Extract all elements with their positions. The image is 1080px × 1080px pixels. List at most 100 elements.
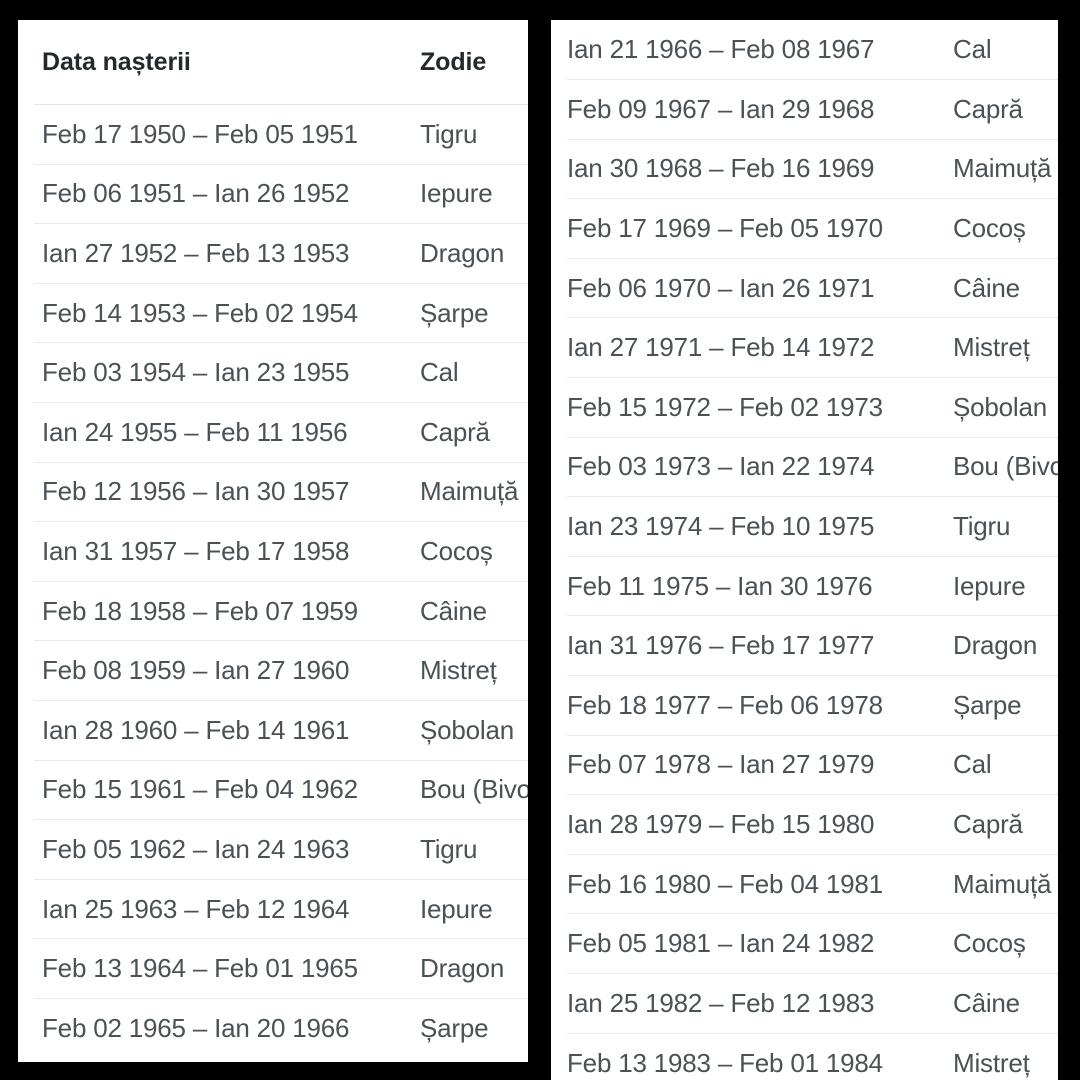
cell-birth-date-range: Feb 07 1978 – Ian 27 1979 bbox=[567, 734, 953, 795]
table-row: Feb 17 1969 – Feb 05 1970 Cocoș bbox=[567, 198, 1058, 259]
cell-birth-date-range: Feb 09 1967 – Ian 29 1968 bbox=[567, 79, 953, 140]
cell-zodiac-sign: Cocoș bbox=[953, 198, 1058, 259]
cell-birth-date-range: Ian 31 1957 – Feb 17 1958 bbox=[34, 521, 420, 582]
cell-birth-date-range: Feb 06 1951 – Ian 26 1952 bbox=[34, 163, 420, 224]
cell-birth-date-range: Feb 08 1959 – Ian 27 1960 bbox=[34, 640, 420, 701]
cell-zodiac-sign: Capră bbox=[420, 401, 528, 463]
table-row: Feb 15 1972 – Feb 02 1973 Șobolan bbox=[567, 377, 1058, 438]
cell-zodiac-sign: Iepure bbox=[420, 163, 528, 224]
table-row: Ian 31 1976 – Feb 17 1977 Dragon bbox=[567, 615, 1058, 676]
column-header-zodiac: Zodie bbox=[420, 20, 528, 105]
cell-zodiac-sign: Tigru bbox=[420, 819, 528, 880]
cell-zodiac-sign: Cal bbox=[420, 342, 528, 403]
cell-birth-date-range: Feb 17 1950 – Feb 05 1951 bbox=[42, 118, 358, 149]
table-row: Feb 06 1970 – Ian 26 1971 Câine bbox=[567, 257, 1058, 318]
table-row: Feb 07 1978 – Ian 27 1979 Cal bbox=[567, 734, 1058, 795]
cell-birth-date-range: Feb 14 1953 – Feb 02 1954 bbox=[34, 282, 420, 343]
cell-zodiac-sign: Șobolan bbox=[420, 699, 528, 761]
table-row: Feb 03 1954 – Ian 23 1955 Cal bbox=[34, 342, 528, 403]
table-row: Feb 18 1977 – Feb 06 1978 Șarpe bbox=[567, 675, 1058, 736]
table-row: Feb 15 1961 – Feb 04 1962Bou (Bivol) bbox=[34, 759, 528, 820]
table-row: Ian 23 1974 – Feb 10 1975 Tigru bbox=[567, 496, 1058, 557]
zodiac-table-panel-left: Data nașterii Zodie Feb 17 1950 – Feb 05… bbox=[18, 20, 528, 1062]
cell-zodiac-sign: Cocoș bbox=[420, 521, 528, 582]
table-row: Ian 28 1960 – Feb 14 1961 Șobolan bbox=[34, 699, 528, 761]
cell-zodiac-sign: Capră bbox=[953, 79, 1058, 140]
cell-zodiac-sign: Tigru bbox=[420, 118, 478, 149]
cell-zodiac-sign: Maimuță bbox=[953, 853, 1058, 914]
cell-birth-date-range: Ian 31 1976 – Feb 17 1977 bbox=[567, 615, 953, 676]
cell-zodiac-sign: Mistreț bbox=[953, 317, 1058, 378]
table-header-left: Data nașterii Zodie bbox=[34, 20, 528, 105]
table-header-row: Data nașterii Zodie bbox=[34, 20, 528, 105]
cell-zodiac-sign: Bou (Bivol) bbox=[953, 436, 1058, 497]
table-row: Feb 06 1951 – Ian 26 1952 Iepure bbox=[34, 163, 528, 224]
table-row: Ian 27 1971 – Feb 14 1972 Mistreț bbox=[567, 317, 1058, 378]
cell-birth-date-range: Feb 18 1958 – Feb 07 1959 bbox=[34, 580, 420, 641]
table-body-right: Ian 21 1966 – Feb 08 1967 Cal Feb 09 1967 … bbox=[567, 20, 1058, 1080]
cell-birth-date-range: Feb 05 1981 – Ian 24 1982 bbox=[567, 913, 953, 974]
cell-birth-date-range: Ian 27 1952 – Feb 13 1953 bbox=[34, 223, 420, 284]
cell-birth-date-range: Feb 15 1961 – Feb 04 1962 bbox=[34, 759, 420, 820]
panel-right-inner: Ian 21 1966 – Feb 08 1967 Cal Feb 09 1967 … bbox=[551, 20, 1058, 1080]
table-row: Feb 16 1980 – Feb 04 1981 Maimuță bbox=[567, 853, 1058, 914]
cell-zodiac-sign: Cocoș bbox=[953, 913, 1058, 974]
cell-zodiac-sign: Capră bbox=[953, 794, 1058, 855]
table-row: Feb 12 1956 – Ian 30 1957 Maimuță bbox=[34, 461, 528, 522]
panel-left-inner: Data nașterii Zodie Feb 17 1950 – Feb 05… bbox=[18, 20, 528, 1058]
cell-zodiac-sign: Maimuță bbox=[953, 138, 1058, 199]
cell-birth-date-range: Ian 21 1966 – Feb 08 1967 bbox=[567, 34, 875, 65]
cell-zodiac-sign: Câine bbox=[420, 580, 528, 641]
table-row: Feb 05 1981 – Ian 24 1982 Cocoș bbox=[567, 913, 1058, 974]
cell-birth-date-range: Ian 25 1963 – Feb 12 1964 bbox=[34, 878, 420, 939]
cell-birth-date-range: Feb 17 1969 – Feb 05 1970 bbox=[567, 198, 953, 259]
cell-birth-date-range: Feb 03 1954 – Ian 23 1955 bbox=[34, 342, 420, 403]
table-row: Feb 14 1953 – Feb 02 1954 Șarpe bbox=[34, 282, 528, 343]
cell-birth-date-range: Feb 15 1972 – Feb 02 1973 bbox=[567, 377, 953, 438]
cell-zodiac-sign: Iepure bbox=[953, 555, 1058, 616]
cell-zodiac-sign: Câine bbox=[953, 973, 1058, 1034]
table-row: Feb 02 1965 – Ian 20 1966 Șarpe bbox=[34, 997, 528, 1058]
table-row: Ian 21 1966 – Feb 08 1967 Cal bbox=[567, 20, 1058, 80]
cell-zodiac-sign: Cal bbox=[953, 34, 992, 65]
table-row: Feb 13 1964 – Feb 01 1965 Dragon bbox=[34, 938, 528, 999]
cell-birth-date-range: Ian 23 1974 – Feb 10 1975 bbox=[567, 496, 953, 557]
cell-birth-date-range: Feb 11 1975 – Ian 30 1976 bbox=[567, 555, 953, 616]
cell-birth-date-range: Ian 28 1979 – Feb 15 1980 bbox=[567, 794, 953, 855]
zodiac-table-left: Data nașterii Zodie Feb 17 1950 – Feb 05… bbox=[34, 20, 528, 1058]
table-row: Feb 03 1973 – Ian 22 1974Bou (Bivol) bbox=[567, 436, 1058, 497]
cell-zodiac-sign: Tigru bbox=[953, 496, 1058, 557]
cell-birth-date-range: Feb 13 1983 – Feb 01 1984 bbox=[567, 1032, 953, 1080]
table-row: Feb 09 1967 – Ian 29 1968 Capră bbox=[567, 79, 1058, 140]
cell-birth-date-range: Feb 13 1964 – Feb 01 1965 bbox=[34, 938, 420, 999]
cell-birth-date-range: Feb 05 1962 – Ian 24 1963 bbox=[34, 819, 420, 880]
cell-birth-date-range: Feb 12 1956 – Ian 30 1957 bbox=[34, 461, 420, 522]
cell-birth-date-range: Ian 28 1960 – Feb 14 1961 bbox=[34, 699, 420, 761]
cell-zodiac-sign: Dragon bbox=[420, 938, 528, 999]
table-row: Feb 17 1950 – Feb 05 1951 Tigru bbox=[34, 105, 528, 165]
table-row: Ian 27 1952 – Feb 13 1953 Dragon bbox=[34, 223, 528, 284]
table-row: Ian 25 1963 – Feb 12 1964 Iepure bbox=[34, 878, 528, 939]
cell-birth-date-range: Feb 06 1970 – Ian 26 1971 bbox=[567, 257, 953, 318]
table-row: Feb 13 1983 – Feb 01 1984 Mistreț bbox=[567, 1032, 1058, 1080]
cell-birth-date-range: Feb 18 1977 – Feb 06 1978 bbox=[567, 675, 953, 736]
cell-zodiac-sign: Dragon bbox=[953, 615, 1058, 676]
table-row: Ian 31 1957 – Feb 17 1958 Cocoș bbox=[34, 521, 528, 582]
cell-zodiac-sign: Dragon bbox=[420, 223, 528, 284]
screenshot-root: Data nașterii Zodie Feb 17 1950 – Feb 05… bbox=[0, 0, 1080, 1080]
cell-birth-date-range: Feb 16 1980 – Feb 04 1981 bbox=[567, 853, 953, 914]
table-row: Feb 08 1959 – Ian 27 1960 Mistreț bbox=[34, 640, 528, 701]
zodiac-table-panel-right: Ian 21 1966 – Feb 08 1967 Cal Feb 09 1967 … bbox=[551, 20, 1058, 1080]
table-body-left: Feb 17 1950 – Feb 05 1951 Tigru Feb 06 195… bbox=[34, 105, 528, 1058]
cell-zodiac-sign: Maimuță bbox=[420, 461, 528, 522]
cell-zodiac-sign: Câine bbox=[953, 257, 1058, 318]
cell-birth-date-range: Ian 27 1971 – Feb 14 1972 bbox=[567, 317, 953, 378]
column-header-date: Data nașterii bbox=[34, 20, 420, 105]
cell-zodiac-sign: Bou (Bivol) bbox=[420, 759, 528, 820]
table-row: Ian 28 1979 – Feb 15 1980 Capră bbox=[567, 794, 1058, 855]
table-row: Ian 25 1982 – Feb 12 1983 Câine bbox=[567, 973, 1058, 1034]
cell-zodiac-sign: Șarpe bbox=[420, 997, 528, 1058]
cell-zodiac-sign: Cal bbox=[953, 734, 1058, 795]
cell-zodiac-sign: Șobolan bbox=[953, 377, 1058, 438]
table-row: Feb 05 1962 – Ian 24 1963 Tigru bbox=[34, 819, 528, 880]
